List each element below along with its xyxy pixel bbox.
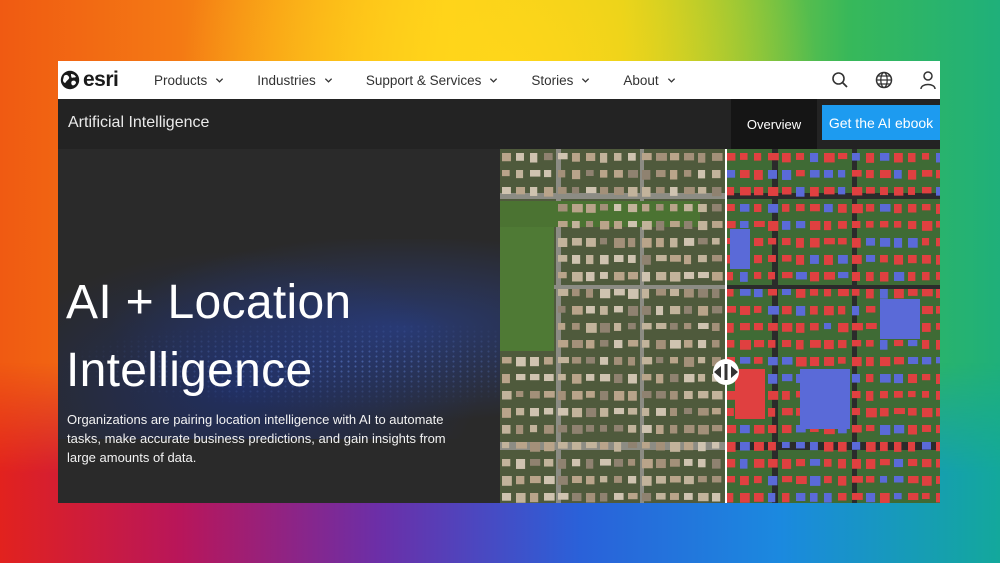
- chevron-down-icon: [216, 77, 224, 83]
- search-button[interactable]: [830, 70, 850, 90]
- logo-text: esri: [83, 68, 119, 91]
- divider-handle[interactable]: [713, 359, 739, 385]
- account-button[interactable]: [918, 70, 938, 90]
- hero-headline: AI + Location Intelligence: [66, 269, 351, 405]
- chevron-down-icon: [582, 77, 590, 83]
- headline-line-2: Intelligence: [66, 344, 313, 397]
- tab-overview[interactable]: Overview: [731, 99, 817, 149]
- user-icon: [920, 71, 936, 90]
- headline-line-1: AI + Location: [66, 276, 352, 329]
- chevron-down-icon: [324, 77, 332, 83]
- chevron-down-icon: [490, 77, 498, 83]
- hero-description: Organizations are pairing location intel…: [67, 412, 446, 465]
- nav-item-stories[interactable]: Stories: [531, 73, 590, 88]
- esri-logo[interactable]: esri: [60, 68, 138, 92]
- nav-item-about[interactable]: About: [623, 73, 675, 88]
- search-icon: [832, 72, 848, 88]
- nav-item-label: Support & Services: [365, 72, 482, 88]
- nav-item-label: Stories: [531, 72, 574, 88]
- get-ai-ebook-button[interactable]: Get the AI ebook: [822, 105, 940, 140]
- nav-item-industries[interactable]: Industries: [257, 73, 333, 88]
- nav-item-label: Industries: [257, 72, 316, 88]
- browser-viewport: esri Products Industries Support & Servi…: [58, 61, 940, 503]
- esri-globe-icon: [60, 70, 80, 90]
- nav-item-label: Products: [154, 72, 208, 88]
- nav-utility-icons: [830, 61, 940, 99]
- nav-item-support-services[interactable]: Support & Services: [366, 73, 499, 88]
- section-title[interactable]: Artificial Intelligence: [68, 114, 209, 132]
- section-subnav: Artificial Intelligence Overview Get the…: [58, 99, 940, 149]
- nav-item-products[interactable]: Products: [154, 73, 224, 88]
- chevron-down-icon: [667, 77, 675, 83]
- nav-item-label: About: [623, 72, 659, 88]
- language-button[interactable]: [874, 70, 894, 90]
- top-navigation: esri Products Industries Support & Servi…: [58, 61, 940, 99]
- globe-icon: [875, 71, 893, 89]
- hero-text-panel: AI + Location Intelligence Organizations…: [58, 149, 500, 503]
- imagery-comparison-slider[interactable]: [500, 149, 940, 503]
